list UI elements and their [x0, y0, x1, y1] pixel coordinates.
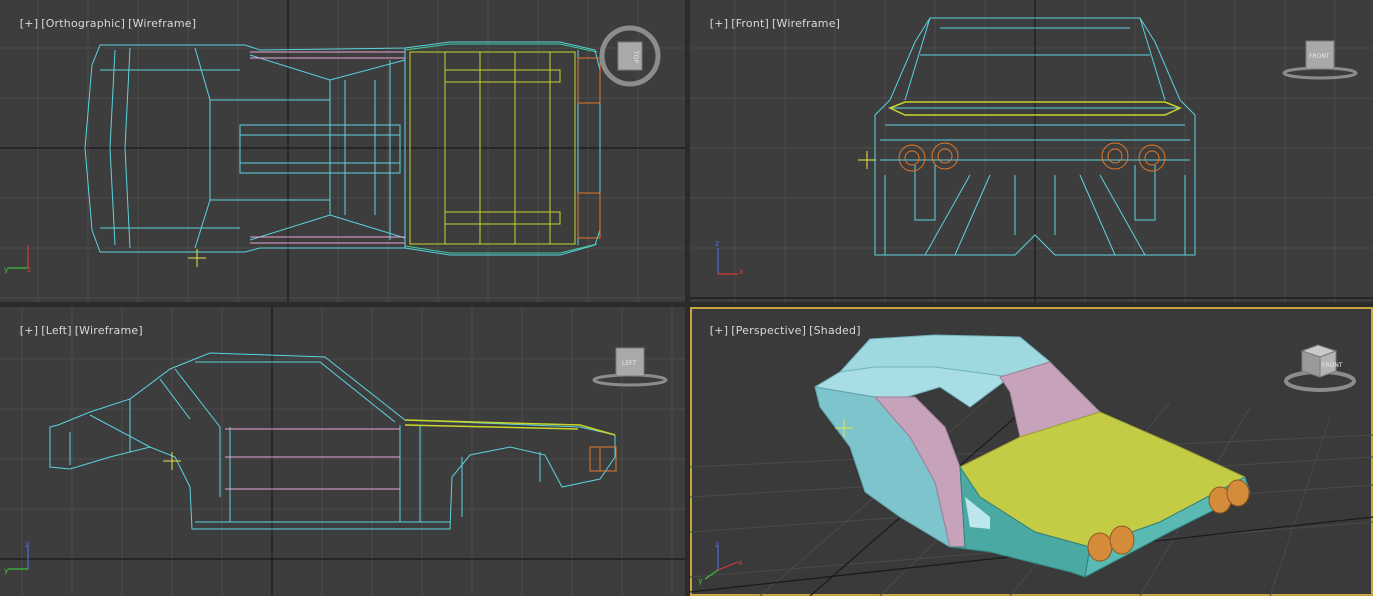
- viewport-label[interactable]: [+] [Orthographic] [Wireframe]: [5, 4, 199, 43]
- viewport-point-of-view[interactable]: [Orthographic]: [41, 17, 125, 30]
- grid: [690, 334, 1373, 596]
- car-wireframe-front-exhaust: [898, 142, 1166, 172]
- grid: [0, 307, 685, 596]
- viewport-menu-plus[interactable]: [+]: [20, 324, 38, 337]
- svg-text:z: z: [27, 265, 31, 274]
- viewport-orthographic[interactable]: [+] [Orthographic] [Wireframe] TOP y z: [0, 0, 685, 302]
- viewcube-icon[interactable]: FRONT: [1280, 38, 1360, 83]
- grid: [0, 0, 685, 302]
- viewport-point-of-view[interactable]: [Perspective]: [731, 324, 806, 337]
- viewport-left[interactable]: [+] [Left] [Wireframe] LEFT z y: [0, 307, 685, 596]
- viewport-shading-mode[interactable]: [Shaded]: [809, 324, 861, 337]
- axis-labels: z y: [4, 540, 29, 575]
- viewport-label[interactable]: [+] [Left] [Wireframe]: [5, 311, 146, 350]
- viewport-shading-mode[interactable]: [Wireframe]: [128, 17, 196, 30]
- axis-labels: z x: [715, 239, 744, 276]
- viewcube-icon[interactable]: FRONT: [1282, 337, 1358, 397]
- viewport-front[interactable]: [+] [Front] [Wireframe] FRONT z x: [690, 0, 1373, 302]
- svg-text:LEFT: LEFT: [622, 360, 636, 367]
- viewport-point-of-view[interactable]: [Front]: [731, 17, 769, 30]
- svg-text:x: x: [739, 267, 744, 276]
- svg-text:z: z: [715, 540, 719, 549]
- svg-text:TOP: TOP: [632, 50, 639, 63]
- svg-text:z: z: [25, 540, 29, 549]
- viewport-shading-mode[interactable]: [Wireframe]: [75, 324, 143, 337]
- viewcube-icon[interactable]: LEFT: [590, 345, 670, 390]
- viewport-menu-plus[interactable]: [+]: [710, 324, 728, 337]
- svg-text:y: y: [698, 576, 703, 585]
- svg-text:y: y: [4, 265, 9, 274]
- svg-text:z: z: [715, 239, 719, 248]
- svg-text:FRONT: FRONT: [1309, 53, 1330, 60]
- viewcube-icon[interactable]: TOP: [596, 22, 664, 90]
- axis-labels: z x y: [698, 540, 743, 585]
- svg-text:y: y: [4, 566, 9, 575]
- viewport-point-of-view[interactable]: [Left]: [41, 324, 71, 337]
- viewport-menu-plus[interactable]: [+]: [20, 17, 38, 30]
- viewport-perspective[interactable]: [+] [Perspective] [Shaded] FRONT z x y: [690, 307, 1373, 596]
- car-wireframe-left: [49, 352, 616, 530]
- svg-text:x: x: [738, 558, 743, 567]
- viewport-menu-plus[interactable]: [+]: [710, 17, 728, 30]
- viewport-shading-mode[interactable]: [Wireframe]: [772, 17, 840, 30]
- svg-text:FRONT: FRONT: [1322, 362, 1343, 369]
- grid: [690, 0, 1373, 302]
- car-shaded-model: [814, 334, 1251, 578]
- viewport-label[interactable]: [+] [Perspective] [Shaded]: [695, 311, 864, 350]
- axis-labels: y z: [4, 265, 31, 274]
- viewport-label[interactable]: [+] [Front] [Wireframe]: [695, 4, 843, 43]
